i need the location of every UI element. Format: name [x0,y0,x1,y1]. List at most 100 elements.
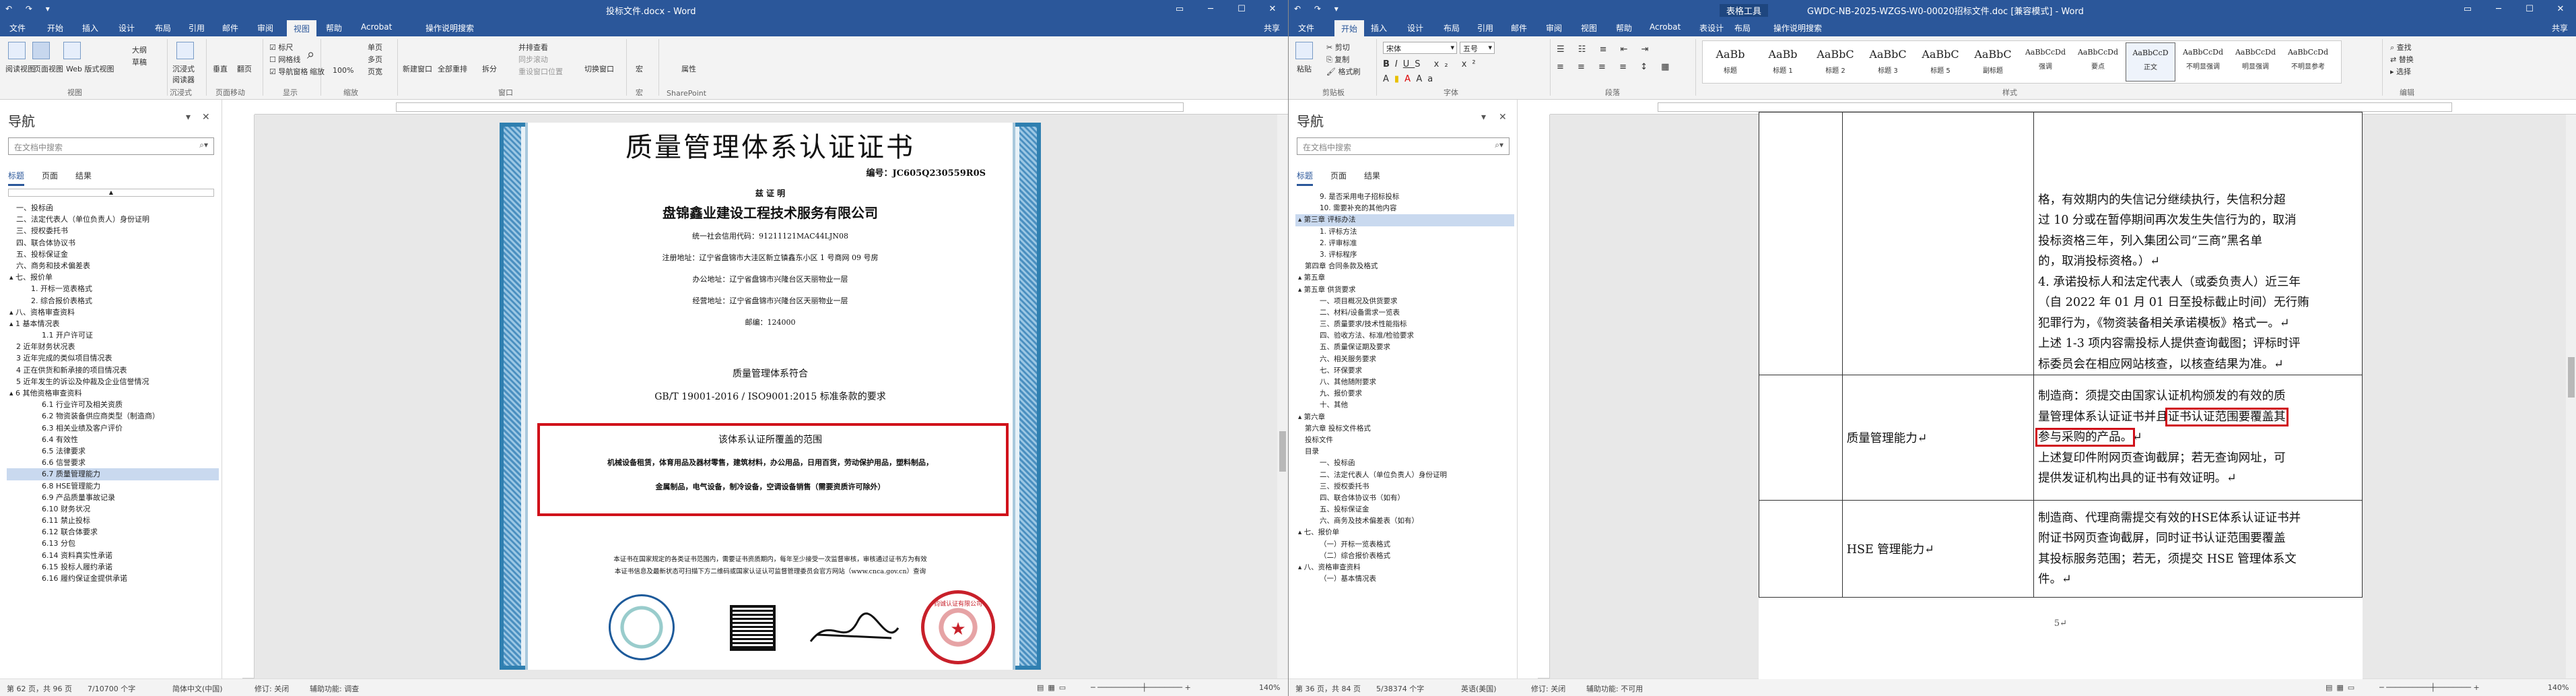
cut-button[interactable]: ✂ 剪切 [1326,42,1350,53]
nav-heading-item[interactable]: ▴ 八、资格审查资料 [1295,562,1514,573]
nav-heading-item[interactable]: 6.1 行业许可及相关资质 [7,399,219,410]
tab-pages[interactable]: 页面 [1330,170,1347,186]
nav-heading-item[interactable]: 四、联合体协议书 [7,237,219,249]
nav-options-icon[interactable]: ▾ [186,112,191,123]
table-cell-requirements[interactable]: 格，有效期内的失信记分继续执行，失信积分超过 10 分或在暂停期间再次发生失信行… [2033,112,2363,375]
nav-heading-item[interactable]: （一）开标一览表格式 [1295,539,1514,550]
format-painter-button[interactable]: 🖌 格式刷 [1326,66,1360,77]
tab-item[interactable]: 视图 [1581,22,1597,34]
zoom-slider[interactable]: ─ ──────────┼──────── + [1091,683,1191,692]
nav-heading-item[interactable]: 四、验收方法、标准/检验要求 [1295,330,1514,342]
zoom-button[interactable]: 缩放 [310,66,325,77]
nav-heading-item[interactable]: 6.3 相关业绩及客户评价 [7,422,219,434]
nav-heading-item[interactable]: 四、联合体协议书（如有） [1295,493,1514,504]
zoom-level[interactable]: 140% [1259,683,1280,692]
nav-heading-item[interactable]: 第六章 投标文件格式 [1295,423,1514,435]
nav-heading-item[interactable]: 一、投标函 [7,202,219,214]
tell-me-search[interactable]: 操作说明搜索 [1773,22,1822,34]
font-format-buttons[interactable]: BIUS x₂ x² [1383,59,1481,69]
nav-heading-item[interactable]: 1.1 开户许可证 [7,329,219,341]
style-item[interactable]: AaBbC 标题 3 [1863,42,1913,82]
web-layout-icon[interactable] [63,42,81,59]
nav-heading-item[interactable]: 2. 评审标准 [1295,238,1514,249]
search-icon[interactable]: ⌕▾ [199,140,208,150]
nav-heading-item[interactable]: 九、报价要求 [1295,388,1514,400]
vertical-scrollbar[interactable] [1277,115,1288,678]
view-mode-icons[interactable]: ▤▦▭ [1037,683,1070,692]
nav-heading-item[interactable]: 六、商务和技术偏差表 [7,260,219,272]
nav-heading-item[interactable]: ▴ 七、报价单 [1295,527,1514,538]
quick-access-toolbar[interactable]: ↶ ↷ ▾ [5,4,55,13]
nav-heading-item[interactable]: 6.4 有效性 [7,434,219,445]
word-count[interactable]: 7/10700 个字 [88,683,135,694]
tab-item[interactable]: 插入 [82,22,98,34]
tab-results[interactable]: 结果 [75,170,92,186]
close-icon[interactable]: ✕ [1257,0,1288,19]
select-button[interactable]: ▸ 选择 [2390,66,2411,77]
style-item[interactable]: AaBbC 标题 2 [1810,42,1860,82]
outline-button[interactable]: 大纲 [132,44,147,55]
navigation-pane-checkbox[interactable]: ☑ 导航窗格 [269,66,308,77]
tab-item[interactable]: 引用 [189,22,205,34]
style-item[interactable]: AaBb 标题 [1705,42,1755,82]
immersive-reader-icon[interactable] [176,42,194,59]
nav-heading-item[interactable]: 五、投标保证金 [7,249,219,260]
nav-heading-item[interactable]: ▴ 第五章 [1295,272,1514,284]
style-item[interactable]: AaBbC 标题 5 [1916,42,1965,82]
tab-item[interactable]: 设计 [1407,22,1423,34]
tab-item[interactable]: 帮助 [1616,22,1632,34]
copy-button[interactable]: ⎘ 复制 [1326,54,1349,65]
track-changes-status[interactable]: 修订: 关闭 [255,683,289,694]
multiple-pages-button[interactable]: 多页 [368,54,382,65]
properties-button[interactable]: 属性 [681,63,696,74]
nav-heading-item[interactable]: ▴ 七、报价单 [7,272,219,283]
nav-heading-item[interactable]: 三、质量要求/技术性能指标 [1295,319,1514,330]
tab-item[interactable]: 文件 [9,22,26,34]
tab-item[interactable]: Acrobat [361,22,392,32]
nav-heading-item[interactable]: 3 近年完成的类似项目情况表 [7,352,219,364]
ruler-checkbox[interactable]: ☑ 标尺 [269,42,293,53]
nav-close-icon[interactable]: ✕ [202,112,210,123]
accessibility-status[interactable]: 辅助功能: 不可用 [1586,683,1643,694]
nav-heading-item[interactable]: 二、法定代表人（单位负责人）身份证明 [7,214,219,225]
language[interactable]: 英语(美国) [1461,683,1497,694]
switch-windows-button[interactable]: 切换窗口 [584,63,614,74]
side-to-side-button[interactable]: 翻页 [237,63,252,74]
maximize-icon[interactable]: ☐ [1226,0,1257,19]
view-mode-icons[interactable]: ▤▦▭ [2326,683,2359,692]
paragraph-list-buttons[interactable]: ☰ ☷ ≡ ⇤ ⇥ [1557,44,1654,55]
style-item[interactable]: AaBbCcD 正文 [2126,42,2175,82]
tab-item[interactable]: 插入 [1371,22,1387,34]
replace-button[interactable]: ⇄ 替换 [2390,54,2414,65]
tab-item[interactable]: Acrobat [1650,22,1681,32]
nav-heading-item[interactable]: 6.12 联合体要求 [7,526,219,538]
accessibility-status[interactable]: 辅助功能: 调查 [310,683,359,694]
new-window-button[interactable]: 新建窗口 [403,63,432,74]
ribbon-display-icon[interactable]: ▭ [1164,0,1195,19]
nav-heading-item[interactable]: 七、环保要求 [1295,365,1514,377]
minimize-icon[interactable]: ─ [2483,0,2514,19]
nav-heading-item[interactable]: 五、质量保证期及要求 [1295,342,1514,353]
tab-item[interactable]: 邮件 [222,22,238,34]
style-item[interactable]: AaBbCcDd 要点 [2073,42,2123,82]
nav-heading-item[interactable]: 6.7 质量管理能力 [7,468,219,480]
tab-item[interactable]: 布局 [1734,22,1751,34]
split-button[interactable]: 拆分 [482,63,497,74]
page-width-button[interactable]: 页宽 [368,66,382,77]
nav-heading-item[interactable]: 第四章 合同条款及格式 [1295,261,1514,272]
tab-item[interactable]: 审阅 [1546,22,1562,34]
zoom-slider[interactable]: ─ ──────────┼──────── + [2379,683,2480,692]
immersive-reader-button[interactable]: 沉浸式阅读器 [172,63,199,85]
nav-heading-item[interactable]: 5 近年发生的诉讼及仲裁及企业信誉情况 [7,376,219,387]
nav-heading-item[interactable]: 一、项目概况及供货要求 [1295,296,1514,307]
zoom-100-button[interactable]: 100% [333,66,353,75]
nav-heading-item[interactable]: 2 近年财务状况表 [7,341,219,352]
find-button[interactable]: ⌕ 查找 [2390,42,2412,53]
nav-heading-item[interactable]: 9. 是否采用电子招标投标 [1295,191,1514,203]
tab-pages[interactable]: 页面 [42,170,58,186]
track-changes-status[interactable]: 修订: 关闭 [1531,683,1565,694]
style-item[interactable]: AaBb 标题 1 [1758,42,1808,82]
nav-heading-item[interactable]: （一）基本情况表 [1295,573,1514,585]
nav-heading-item[interactable]: 二、材料/设备需求一览表 [1295,307,1514,319]
read-mode-button[interactable]: 阅读视图 [5,63,35,74]
